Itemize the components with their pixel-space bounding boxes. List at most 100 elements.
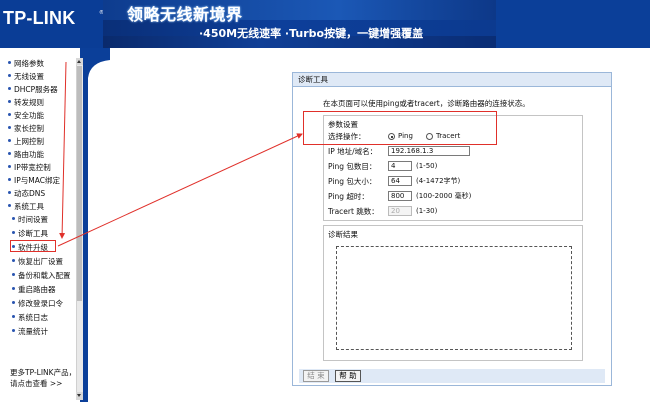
stop-button[interactable]: 结 束	[303, 370, 329, 382]
bullet-icon	[12, 329, 15, 332]
sidebar-item-label: 上网控制	[14, 137, 44, 146]
scrollbar-thumb[interactable]	[77, 66, 82, 301]
sidebar-item-label: 家长控制	[14, 124, 44, 133]
sidebar-subitem-backup[interactable]: 备份和载入配置	[12, 270, 71, 282]
sidebar-subitem-reboot[interactable]: 重启路由器	[12, 284, 56, 296]
ping-count-hint: (1-50)	[416, 162, 438, 170]
banner: 领略无线新境界 ·450M无线速率 ·Turbo按键，一键增强覆盖	[103, 0, 496, 48]
sidebar-item-ddns[interactable]: 动态DNS	[8, 188, 45, 200]
sidebar-item-network[interactable]: 网络参数	[8, 58, 44, 70]
scroll-down-button[interactable]	[76, 392, 83, 400]
bullet-icon	[12, 301, 15, 304]
sidebar-item-label: 系统工具	[14, 202, 44, 211]
bullet-icon	[12, 231, 15, 234]
sidebar-subitem-syslog[interactable]: 系统日志	[12, 312, 48, 324]
arrow-up-icon	[77, 60, 81, 63]
bullet-icon	[12, 259, 15, 262]
sidebar-item-routing[interactable]: 路由功能	[8, 149, 44, 161]
results-output[interactable]	[336, 246, 572, 350]
sidebar-item-parental[interactable]: 家长控制	[8, 123, 44, 135]
active-item-highlight	[10, 240, 56, 252]
ping-timeout-label: Ping 超时：	[328, 192, 369, 201]
ip-input[interactable]: 192.168.1.3	[388, 146, 470, 156]
bullet-icon	[8, 191, 11, 194]
bullet-icon	[8, 139, 11, 142]
scroll-up-button[interactable]	[76, 58, 83, 65]
sidebar-item-system-tools[interactable]: 系统工具	[8, 201, 44, 213]
panel-description: 在本页面可以使用ping或者tracert，诊断路由器的连接状态。	[323, 99, 530, 108]
ping-size-input[interactable]: 64	[388, 176, 412, 186]
results-fieldset: 诊断结果	[323, 225, 583, 361]
ping-timeout-hint: (100-2000 毫秒)	[416, 192, 472, 200]
sidebar-item-bandwidth[interactable]: IP带宽控制	[8, 162, 51, 174]
sidebar-item-label: 路由功能	[14, 150, 44, 159]
logo: TP-LINK ®	[0, 0, 104, 48]
sidebar-item-label: 安全功能	[14, 111, 44, 120]
ping-count-label: Ping 包数目：	[328, 162, 377, 171]
tracert-hops-input[interactable]: 20	[388, 206, 412, 216]
sidebar-subitem-factory-reset[interactable]: 恢复出厂设置	[12, 256, 63, 268]
bullet-icon	[8, 113, 11, 116]
more-products-line2: 请点击查看 >>	[10, 379, 63, 388]
sidebar-subitem-time[interactable]: 时间设置	[12, 214, 48, 226]
bullet-icon	[12, 287, 15, 290]
sidebar-item-label: 重启路由器	[18, 285, 56, 294]
sidebar-item-label: 诊断工具	[18, 229, 48, 238]
annotation-highlight-box	[303, 111, 497, 145]
sidebar-edge-curve	[80, 48, 110, 402]
sidebar-item-label: 无线设置	[14, 72, 44, 81]
sidebar-item-access-control[interactable]: 上网控制	[8, 136, 44, 148]
header-filler	[496, 0, 650, 48]
sidebar-item-label: DHCP服务器	[14, 85, 58, 94]
results-legend: 诊断结果	[328, 230, 358, 239]
tracert-hops-label: Tracert 跳数：	[328, 207, 379, 216]
bullet-icon	[12, 273, 15, 276]
help-button[interactable]: 帮 助	[335, 370, 361, 382]
sidebar-item-label: 恢复出厂设置	[18, 257, 63, 266]
bullet-icon	[8, 152, 11, 155]
bullet-icon	[8, 74, 11, 77]
sidebar-item-label: IP与MAC绑定	[14, 176, 60, 185]
button-bar: 结 束 帮 助	[299, 369, 605, 383]
bullet-icon	[8, 126, 11, 129]
ping-size-label: Ping 包大小：	[328, 177, 377, 186]
bullet-icon	[8, 61, 11, 64]
bullet-icon	[12, 217, 15, 220]
sidebar-item-label: 转发规则	[14, 98, 44, 107]
ip-label: IP 地址/域名：	[328, 147, 378, 156]
ping-count-input[interactable]: 4	[388, 161, 412, 171]
sidebar-item-wireless[interactable]: 无线设置	[8, 71, 44, 83]
sidebar-item-dhcp[interactable]: DHCP服务器	[8, 84, 58, 96]
sidebar-item-label: 修改登录口令	[18, 299, 63, 308]
bullet-icon	[12, 315, 15, 318]
sidebar-item-ip-mac-binding[interactable]: IP与MAC绑定	[8, 175, 60, 187]
arrow-down-icon	[77, 394, 81, 397]
sidebar-subitem-diagnostics[interactable]: 诊断工具	[12, 228, 48, 240]
more-products-line1: 更多TP-LINK产品，	[10, 368, 77, 377]
sidebar-item-label: 动态DNS	[14, 189, 46, 198]
banner-subtitle: ·450M无线速率 ·Turbo按键，一键增强覆盖	[199, 27, 424, 40]
bullet-icon	[8, 87, 11, 90]
bullet-icon	[8, 204, 11, 207]
sidebar-item-forwarding[interactable]: 转发规则	[8, 97, 44, 109]
sidebar-item-label: 时间设置	[18, 215, 48, 224]
sidebar-item-label: 备份和载入配置	[18, 271, 71, 280]
sidebar-item-security[interactable]: 安全功能	[8, 110, 44, 122]
sidebar-subitem-traffic[interactable]: 流量统计	[12, 326, 48, 338]
ping-timeout-input[interactable]: 800	[388, 191, 412, 201]
tracert-hops-hint: (1-30)	[416, 207, 438, 215]
bullet-icon	[8, 165, 11, 168]
panel-title: 诊断工具	[293, 73, 611, 87]
sidebar-item-label: 流量统计	[18, 327, 48, 336]
sidebar-item-label: IP带宽控制	[14, 163, 51, 172]
bullet-icon	[8, 100, 11, 103]
more-products-link[interactable]: 更多TP-LINK产品， 请点击查看 >>	[10, 367, 76, 389]
banner-title: 领略无线新境界	[127, 5, 243, 24]
sidebar-item-label: 网络参数	[14, 59, 44, 68]
logo-text: TP-LINK	[3, 8, 76, 28]
sidebar-item-label: 系统日志	[18, 313, 48, 322]
header: TP-LINK ® 领略无线新境界 ·450M无线速率 ·Turbo按键，一键增…	[0, 0, 650, 48]
bullet-icon	[8, 178, 11, 181]
ping-size-hint: (4-1472字节)	[416, 177, 461, 185]
sidebar-subitem-password[interactable]: 修改登录口令	[12, 298, 63, 310]
